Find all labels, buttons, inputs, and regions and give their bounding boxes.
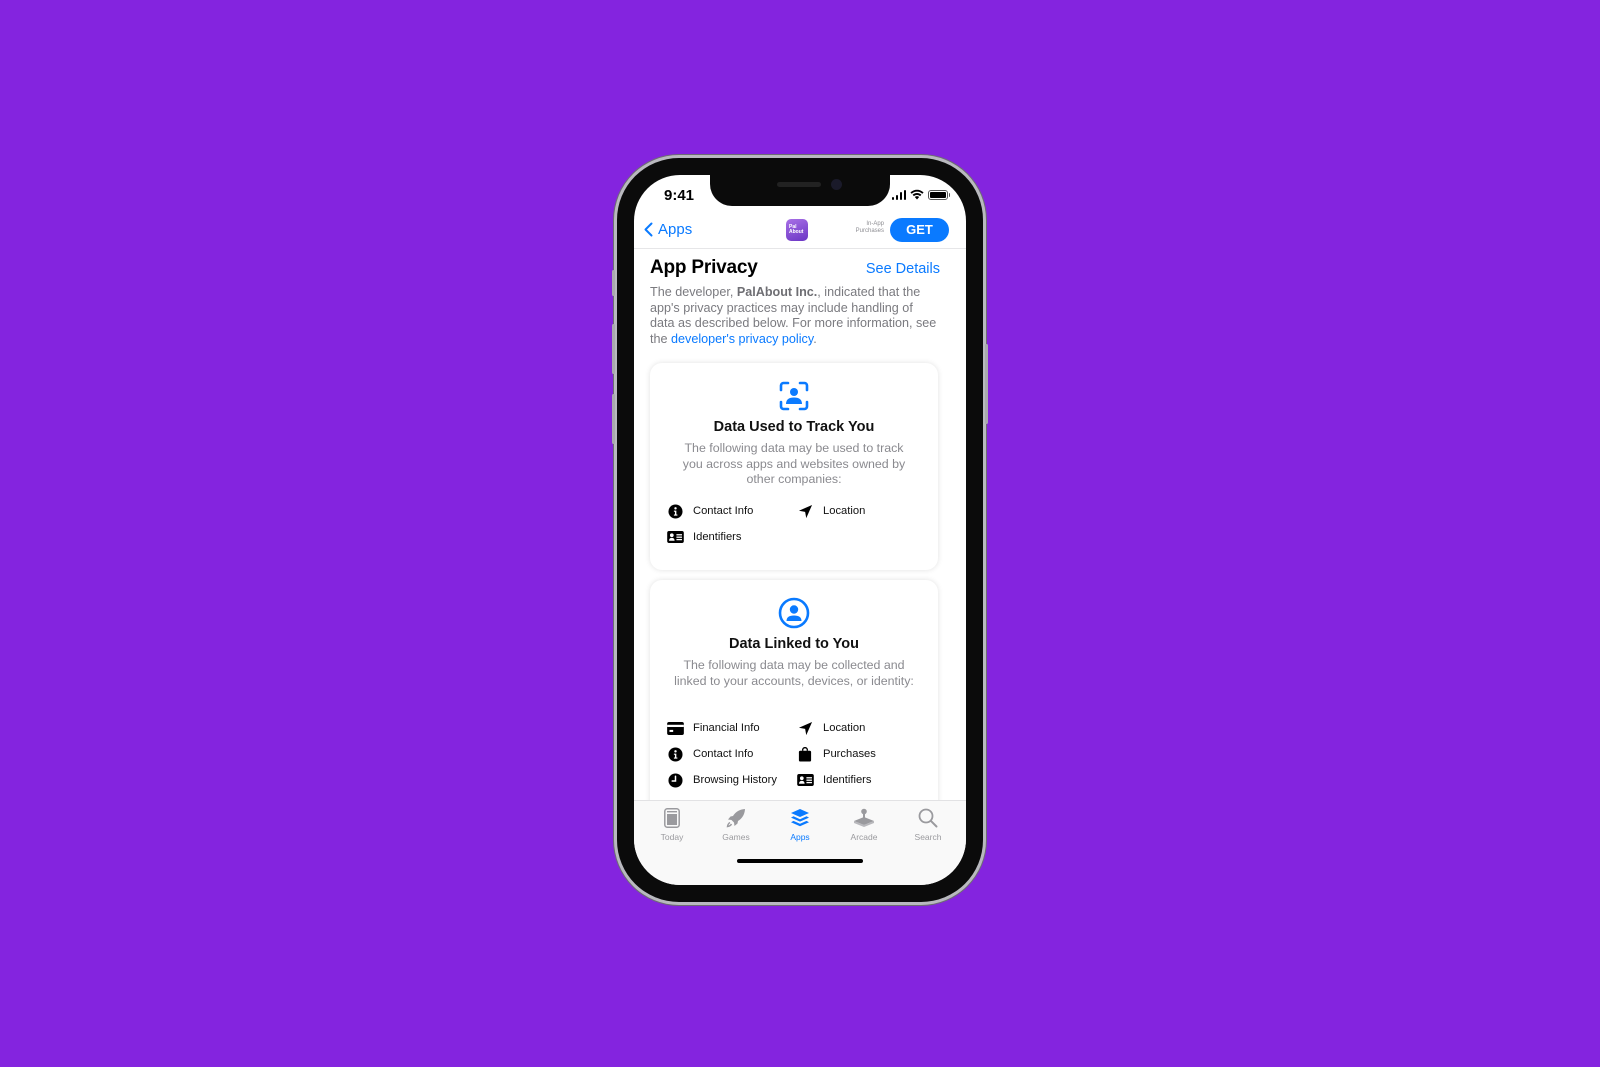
intro-prefix: The developer, <box>650 285 737 299</box>
volume-down-button <box>612 394 615 444</box>
front-camera <box>831 179 842 190</box>
notch <box>710 175 890 206</box>
shopping-bag-icon <box>796 746 814 762</box>
card-title: Data Linked to You <box>729 636 859 652</box>
card-data-used-to-track-you[interactable]: Data Used to Track You The following dat… <box>650 363 938 570</box>
info-circle-icon <box>666 503 684 519</box>
status-icons <box>891 189 950 200</box>
data-type-item: Purchases <box>796 746 926 762</box>
data-type-label: Location <box>823 505 866 517</box>
wifi-icon <box>910 189 924 200</box>
credit-card-icon <box>666 720 684 736</box>
id-card-icon <box>796 772 814 788</box>
tab-today[interactable]: Today <box>642 807 702 842</box>
id-card-icon <box>666 529 684 545</box>
data-type-label: Location <box>823 722 866 734</box>
rocket-icon <box>723 807 749 829</box>
volume-up-button <box>612 324 615 374</box>
app-icon-text-line2: About <box>789 229 804 235</box>
privacy-header: App Privacy See Details <box>650 257 940 279</box>
layers-icon <box>787 807 813 829</box>
location-arrow-icon <box>796 720 814 736</box>
data-type-label: Identifiers <box>693 531 742 543</box>
data-type-label: Contact Info <box>693 748 754 760</box>
chevron-left-icon <box>644 222 653 237</box>
phone-screen: 9:41 Apps Pal About In-App Purchases GET… <box>634 175 966 885</box>
phone-frame: 9:41 Apps Pal About In-App Purchases GET… <box>612 158 988 902</box>
data-type-label: Financial Info <box>693 722 760 734</box>
battery-icon <box>928 189 950 200</box>
get-button[interactable]: GET <box>890 218 949 242</box>
data-type-label: Contact Info <box>693 505 754 517</box>
tab-label: Search <box>914 832 942 842</box>
status-time: 9:41 <box>664 187 695 204</box>
data-type-label: Purchases <box>823 748 876 760</box>
content-scroll-area[interactable]: App Privacy See Details The developer, P… <box>634 250 966 800</box>
tab-label: Today <box>660 832 684 842</box>
card-description: The following data may be used to track … <box>682 441 906 486</box>
tab-apps[interactable]: Apps <box>770 807 830 842</box>
tab-label: Apps <box>790 832 810 842</box>
power-button <box>985 344 988 424</box>
home-indicator[interactable] <box>737 859 863 863</box>
data-type-item: Location <box>796 720 926 736</box>
data-type-item: Identifiers <box>796 772 926 788</box>
in-app-purchases-label: In-App Purchases <box>844 221 884 235</box>
privacy-policy-link[interactable]: developer's privacy policy <box>671 332 813 346</box>
data-type-list: Contact Info Location Identifiers <box>666 503 926 545</box>
data-type-item: Browsing History <box>666 772 796 788</box>
tab-bar: Today Games Apps Arcade Search <box>634 800 966 885</box>
speaker <box>777 182 821 187</box>
clock-icon <box>666 772 684 788</box>
iap-line2: Purchases <box>855 228 884 234</box>
data-type-label: Identifiers <box>823 774 872 786</box>
back-label: Apps <box>658 221 693 238</box>
card-description: The following data may be collected and … <box>674 658 914 688</box>
iap-line1: In-App <box>866 221 884 227</box>
location-arrow-icon <box>796 503 814 519</box>
silent-switch <box>612 270 615 296</box>
cellular-signal-icon <box>891 189 906 200</box>
card-title: Data Used to Track You <box>713 419 875 435</box>
data-type-list: Financial Info Location Contact Info Pur… <box>666 720 926 788</box>
today-icon <box>659 807 685 829</box>
page-title: App Privacy <box>650 257 758 278</box>
app-icon[interactable]: Pal About <box>786 219 808 241</box>
info-circle-icon <box>666 746 684 762</box>
tab-games[interactable]: Games <box>706 807 766 842</box>
see-details-link[interactable]: See Details <box>866 261 940 277</box>
person-tracking-icon <box>779 381 809 411</box>
data-type-item: Location <box>796 503 926 519</box>
joystick-icon <box>851 807 877 829</box>
data-type-label: Browsing History <box>693 774 777 786</box>
data-type-item: Identifiers <box>666 529 796 545</box>
tab-label: Games <box>722 832 750 842</box>
tab-search[interactable]: Search <box>898 807 958 842</box>
intro-suffix: . <box>813 331 817 346</box>
card-data-linked-to-you[interactable]: Data Linked to You The following data ma… <box>650 580 938 800</box>
search-icon <box>915 807 941 829</box>
data-type-item: Contact Info <box>666 503 796 519</box>
navigation-bar: Apps Pal About In-App Purchases GET <box>634 217 966 249</box>
tab-label: Arcade <box>850 832 878 842</box>
tab-arcade[interactable]: Arcade <box>834 807 894 842</box>
privacy-intro: The developer, PalAbout Inc., indicated … <box>650 285 940 347</box>
back-button[interactable]: Apps <box>644 221 692 238</box>
data-type-item: Financial Info <box>666 720 796 736</box>
data-type-item: Contact Info <box>666 746 796 762</box>
developer-name: PalAbout Inc. <box>736 285 818 299</box>
person-circle-icon <box>778 597 810 629</box>
